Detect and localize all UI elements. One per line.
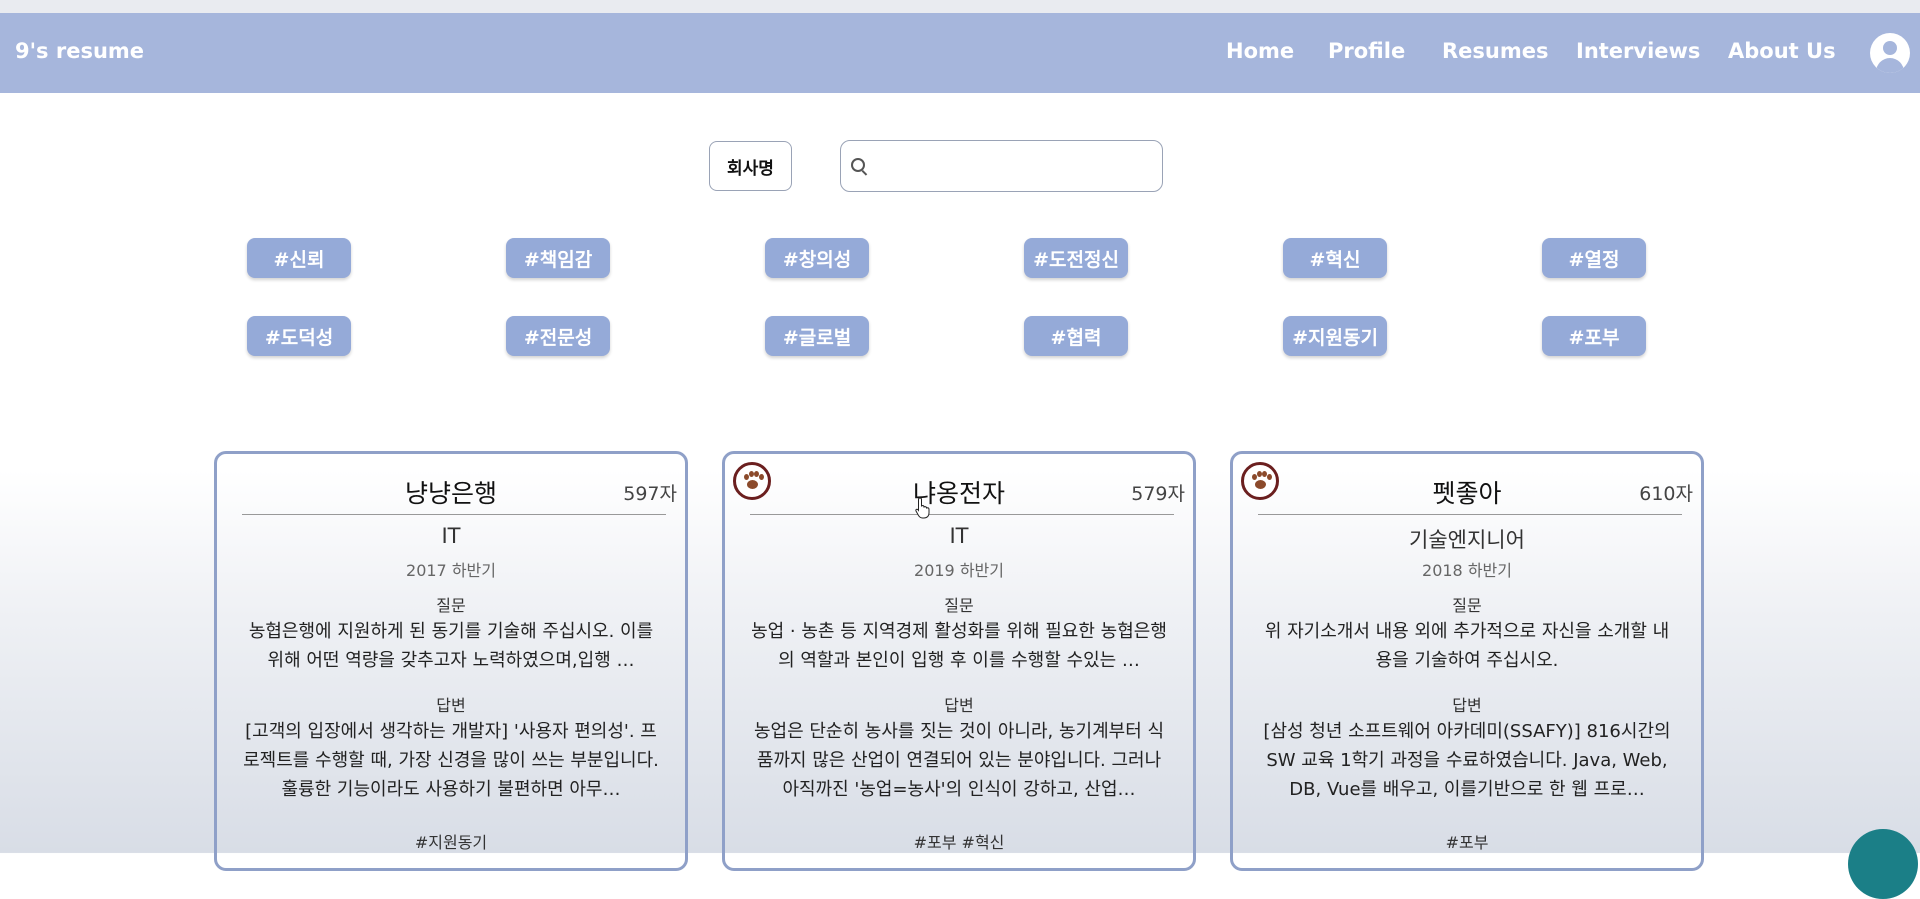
brand-logo[interactable]: 9's resume [15,39,144,63]
card-category: 기술엔지니어 [1409,528,1525,552]
card-tags: #지원동기 [414,833,488,852]
tag-button[interactable]: #혁신 [1283,238,1387,278]
floating-action-button[interactable] [1848,829,1918,899]
tag-button[interactable]: #책임감 [506,238,610,278]
card-answer: 농업은 단순히 농사를 짓는 것이 아니라, 농기계부터 식품까지 많은 산업이… [753,721,1165,800]
card-question-label: 질문 [944,596,974,615]
card-char-count: 579자 [1131,483,1185,505]
card-company-title: 냥냥은행 [404,479,497,508]
card-divider [1258,514,1682,515]
card-answer-label: 답변 [944,696,974,715]
tag-button[interactable]: #열정 [1542,238,1646,278]
resume-card[interactable]: 냐옹전자 579자 IT 2019 하반기 질문 농업 · 농촌 등 지역경제 … [722,451,1196,871]
card-question: 농업 · 농촌 등 지역경제 활성화를 위해 필요한 농협은행의 역할과 본인이… [751,621,1167,671]
card-company-title: 펫좋아 [1432,479,1502,508]
card-company-title: 냐옹전자 [912,479,1005,508]
top-strip [0,0,1920,13]
card-question: 농협은행에 지원하게 된 동기를 기술해 주십시오. 이를 위해 어떤 역량을 … [248,621,654,671]
nav-profile[interactable]: Profile [1328,39,1405,63]
card-question-label: 질문 [1452,596,1482,615]
card-tags: #포부 [1445,833,1489,852]
card-question: 위 자기소개서 내용 외에 추가적으로 자신을 소개할 내용을 기술하여 주십시… [1264,621,1670,671]
card-char-count: 597자 [623,483,677,505]
resume-card[interactable]: 펫좋아 610자 기술엔지니어 2018 하반기 질문 위 자기소개서 내용 외… [1230,451,1704,871]
nav-about-us[interactable]: About Us [1728,39,1836,63]
card-period: 2019 하반기 [914,561,1004,580]
nav-home[interactable]: Home [1226,39,1294,63]
card-divider [242,514,666,515]
user-avatar-icon[interactable] [1870,33,1910,73]
navbar: 9's resume Home Profile Resumes Intervie… [0,13,1920,93]
card-char-count: 610자 [1639,483,1693,505]
nav-resumes[interactable]: Resumes [1442,39,1549,63]
tag-button[interactable]: #글로벌 [765,316,869,356]
nav-interviews[interactable]: Interviews [1576,39,1700,63]
card-answer-label: 답변 [436,696,466,715]
tag-button[interactable]: #협력 [1024,316,1128,356]
card-answer: [삼성 청년 소프트웨어 아카데미(SSAFY)] 816시간의 SW 교육 1… [1263,721,1671,800]
tag-button[interactable]: #포부 [1542,316,1646,356]
company-filter-button[interactable]: 회사명 [709,141,792,191]
search-icon [851,158,865,172]
card-answer-label: 답변 [1452,696,1482,715]
card-category: IT [949,524,969,548]
card-category: IT [441,524,461,548]
tag-button[interactable]: #전문성 [506,316,610,356]
card-period: 2018 하반기 [1422,561,1512,580]
card-answer: [고객의 입장에서 생각하는 개발자] '사용자 편의성'. 프로젝트를 수행할… [243,721,659,800]
tag-button[interactable]: #도덕성 [247,316,351,356]
card-period: 2017 하반기 [406,561,496,580]
tag-button[interactable]: #지원동기 [1283,316,1387,356]
card-question-label: 질문 [436,596,466,615]
tag-button[interactable]: #도전정신 [1024,238,1128,278]
search-input[interactable] [840,140,1163,192]
tag-button[interactable]: #창의성 [765,238,869,278]
card-divider [750,514,1174,515]
resume-card[interactable]: 냥냥은행 597자 IT 2017 하반기 질문 농협은행에 지원하게 된 동기… [214,451,688,871]
card-tags: #포부 #혁신 [913,833,1005,852]
tag-button[interactable]: #신뢰 [247,238,351,278]
hand-cursor-icon [915,497,930,519]
